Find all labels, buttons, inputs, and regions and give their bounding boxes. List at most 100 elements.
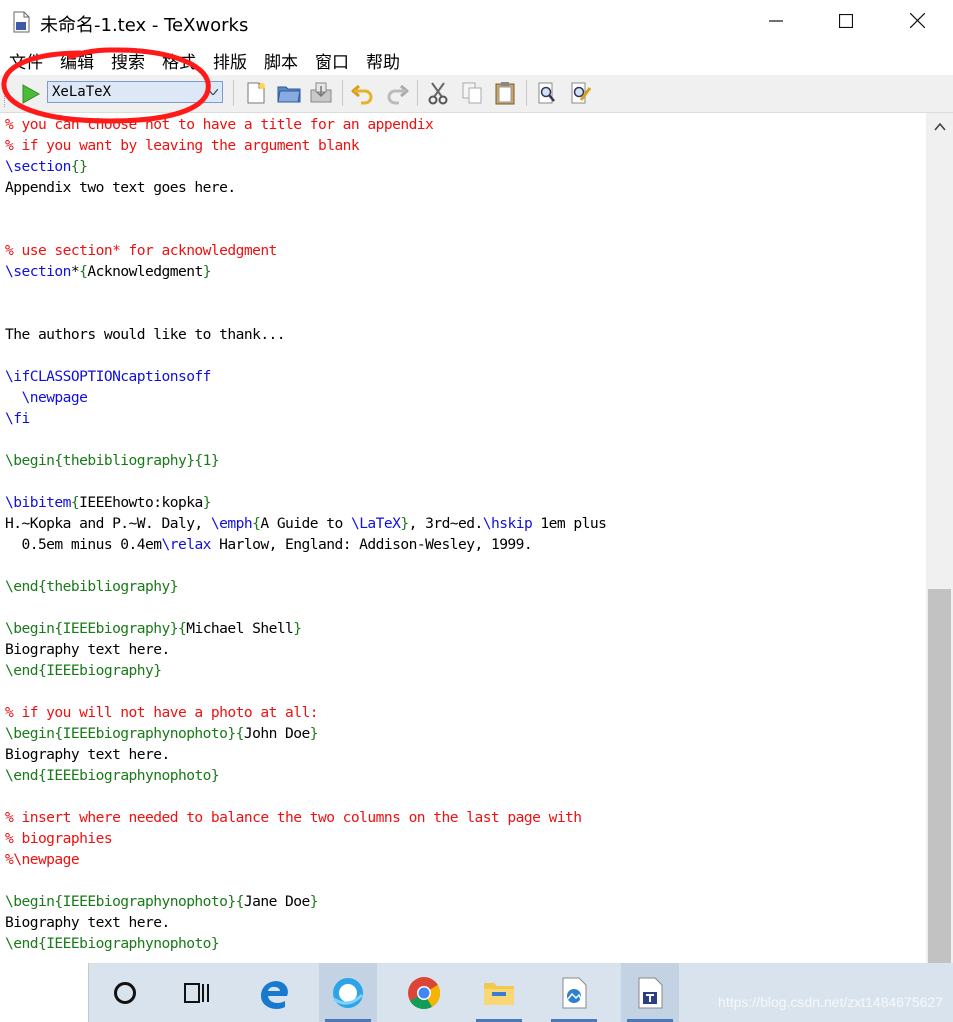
chrome-button[interactable] bbox=[395, 963, 453, 1022]
code-line[interactable]: \begin{IEEEbiographynophoto}{Jane Doe} bbox=[5, 891, 319, 912]
code-line[interactable]: \begin{IEEEbiographynophoto}{John Doe} bbox=[5, 723, 319, 744]
code-token: \relax bbox=[161, 536, 212, 553]
code-token: \begin bbox=[5, 725, 55, 742]
code-token: Jane Doe bbox=[243, 893, 310, 910]
code-token: } bbox=[293, 620, 302, 637]
code-token: A Guide to bbox=[260, 515, 351, 532]
code-token: Biography text here. bbox=[5, 914, 170, 931]
code-line[interactable]: \end{IEEEbiographynophoto} bbox=[5, 765, 220, 786]
code-token: {IEEEbiographynophoto} bbox=[54, 893, 236, 910]
task-view-button[interactable] bbox=[168, 963, 226, 1022]
editor-scrollbar[interactable] bbox=[926, 113, 953, 963]
save-icon[interactable] bbox=[308, 80, 334, 106]
code-editor[interactable]: % you can choose not to have a title for… bbox=[0, 113, 926, 963]
code-line[interactable]: % insert where needed to balance the two… bbox=[5, 807, 582, 828]
code-line[interactable]: \begin{thebibliography}{1} bbox=[5, 450, 220, 471]
menu-help[interactable]: 帮助 bbox=[357, 46, 408, 74]
scroll-thumb[interactable] bbox=[928, 589, 951, 963]
code-line[interactable]: % biographies bbox=[5, 828, 113, 849]
menu-window[interactable]: 窗口 bbox=[306, 46, 357, 74]
code-line[interactable]: %\newpage bbox=[5, 849, 80, 870]
code-token: Harlow, England: Addison-Wesley, 1999. bbox=[210, 536, 533, 553]
code-token: % if you want by leaving the argument bl… bbox=[5, 137, 360, 154]
code-token: \end bbox=[5, 767, 39, 784]
red-circle-annotation bbox=[1, 47, 211, 124]
close-button[interactable] bbox=[882, 0, 952, 44]
code-token: {thebibliography} bbox=[37, 578, 179, 595]
window-title: 未命名-1.tex - TeXworks bbox=[40, 15, 249, 36]
code-line[interactable]: Appendix two text goes here. bbox=[5, 177, 236, 198]
code-line[interactable]: \fi bbox=[5, 408, 30, 429]
code-token: } bbox=[309, 893, 319, 910]
close-icon bbox=[909, 12, 925, 33]
code-token: } bbox=[202, 263, 212, 280]
code-line[interactable]: \end{IEEEbiography} bbox=[5, 660, 162, 681]
file-explorer-button[interactable] bbox=[470, 963, 528, 1022]
texworks-taskbar-button[interactable] bbox=[621, 963, 679, 1022]
cut-icon[interactable] bbox=[425, 80, 451, 106]
code-token: , 3rd~ed. bbox=[408, 515, 484, 532]
code-token: {IEEEbiographynophoto} bbox=[37, 935, 220, 952]
code-line[interactable]: 0.5em minus 0.4em\relax Harlow, England:… bbox=[5, 534, 532, 555]
code-token: IEEEhowto:kopka bbox=[79, 494, 203, 511]
code-line[interactable]: \begin{IEEEbiography}{Michael Shell} bbox=[5, 618, 302, 639]
replace-icon[interactable] bbox=[567, 80, 593, 106]
code-token: } bbox=[400, 515, 409, 532]
code-token: { bbox=[177, 620, 187, 637]
taskbar: https://blog.csdn.net/zxt1484675627 bbox=[0, 963, 953, 1022]
code-line[interactable]: Biography text here. bbox=[5, 912, 170, 933]
code-line[interactable]: \newpage bbox=[5, 387, 87, 408]
taskbar-search-box[interactable] bbox=[0, 963, 89, 1022]
open-icon[interactable] bbox=[276, 80, 302, 106]
code-token: \end bbox=[5, 935, 39, 952]
code-token: The authors would like to thank... bbox=[5, 326, 286, 343]
code-line[interactable]: % if you want by leaving the argument bl… bbox=[5, 135, 360, 156]
code-token: * bbox=[70, 263, 80, 280]
code-token: % if you will not have a photo at all: bbox=[5, 704, 319, 721]
code-line[interactable]: \section*{Acknowledgment} bbox=[5, 261, 212, 282]
code-line[interactable]: H.~Kopka and P.~W. Daly, \emph{A Guide t… bbox=[5, 513, 607, 534]
undo-icon[interactable] bbox=[350, 80, 376, 106]
code-token: \begin bbox=[5, 893, 55, 910]
photos-button[interactable] bbox=[545, 963, 603, 1022]
code-token: {thebibliography}{1} bbox=[54, 452, 220, 469]
code-line[interactable]: % if you will not have a photo at all: bbox=[5, 702, 319, 723]
code-token: Michael Shell bbox=[186, 620, 294, 637]
cortana-button[interactable] bbox=[96, 963, 154, 1022]
code-token: 1em plus bbox=[532, 515, 607, 532]
code-line[interactable]: \ifCLASSOPTIONcaptionsoff bbox=[5, 366, 211, 387]
redo-icon[interactable] bbox=[384, 80, 410, 106]
cortana-icon bbox=[114, 981, 136, 1004]
menu-scripts[interactable]: 脚本 bbox=[255, 46, 306, 74]
maximize-button[interactable] bbox=[811, 0, 881, 44]
code-line[interactable]: Biography text here. bbox=[5, 744, 170, 765]
find-icon[interactable] bbox=[534, 80, 560, 106]
code-token: \hskip bbox=[482, 515, 533, 532]
minimize-button[interactable] bbox=[741, 0, 811, 44]
code-token: % use section* for acknowledgment bbox=[5, 242, 277, 259]
code-line[interactable]: \end{IEEEbiographynophoto} bbox=[5, 933, 220, 954]
code-line[interactable]: \section{} bbox=[5, 156, 88, 177]
qq-browser-button[interactable] bbox=[319, 963, 377, 1022]
watermark-text: https://blog.csdn.net/zxt1484675627 bbox=[718, 994, 943, 1010]
code-token: H.~Kopka and P.~W. Daly, bbox=[5, 515, 211, 532]
copy-icon[interactable] bbox=[459, 80, 485, 106]
edge-button[interactable] bbox=[245, 963, 303, 1022]
code-token: \begin bbox=[5, 452, 55, 469]
code-token: {} bbox=[70, 158, 88, 175]
code-token: %\newpage bbox=[5, 851, 80, 868]
toolbar-separator bbox=[417, 80, 418, 106]
paste-icon[interactable] bbox=[492, 80, 518, 106]
scroll-up-button[interactable] bbox=[926, 117, 953, 137]
code-line[interactable]: \end{thebibliography} bbox=[5, 576, 179, 597]
minimize-icon bbox=[769, 12, 783, 33]
code-token: \LaTeX bbox=[350, 515, 401, 532]
code-line[interactable]: % use section* for acknowledgment bbox=[5, 240, 277, 261]
code-line[interactable]: The authors would like to thank... bbox=[5, 324, 286, 345]
code-line[interactable]: Biography text here. bbox=[5, 639, 170, 660]
code-token: { bbox=[235, 893, 245, 910]
new-icon[interactable] bbox=[243, 80, 269, 106]
code-line[interactable]: \bibitem{IEEEhowto:kopka} bbox=[5, 492, 212, 513]
task-view-icon bbox=[184, 982, 209, 1003]
code-token: {IEEEbiography} bbox=[54, 620, 178, 637]
